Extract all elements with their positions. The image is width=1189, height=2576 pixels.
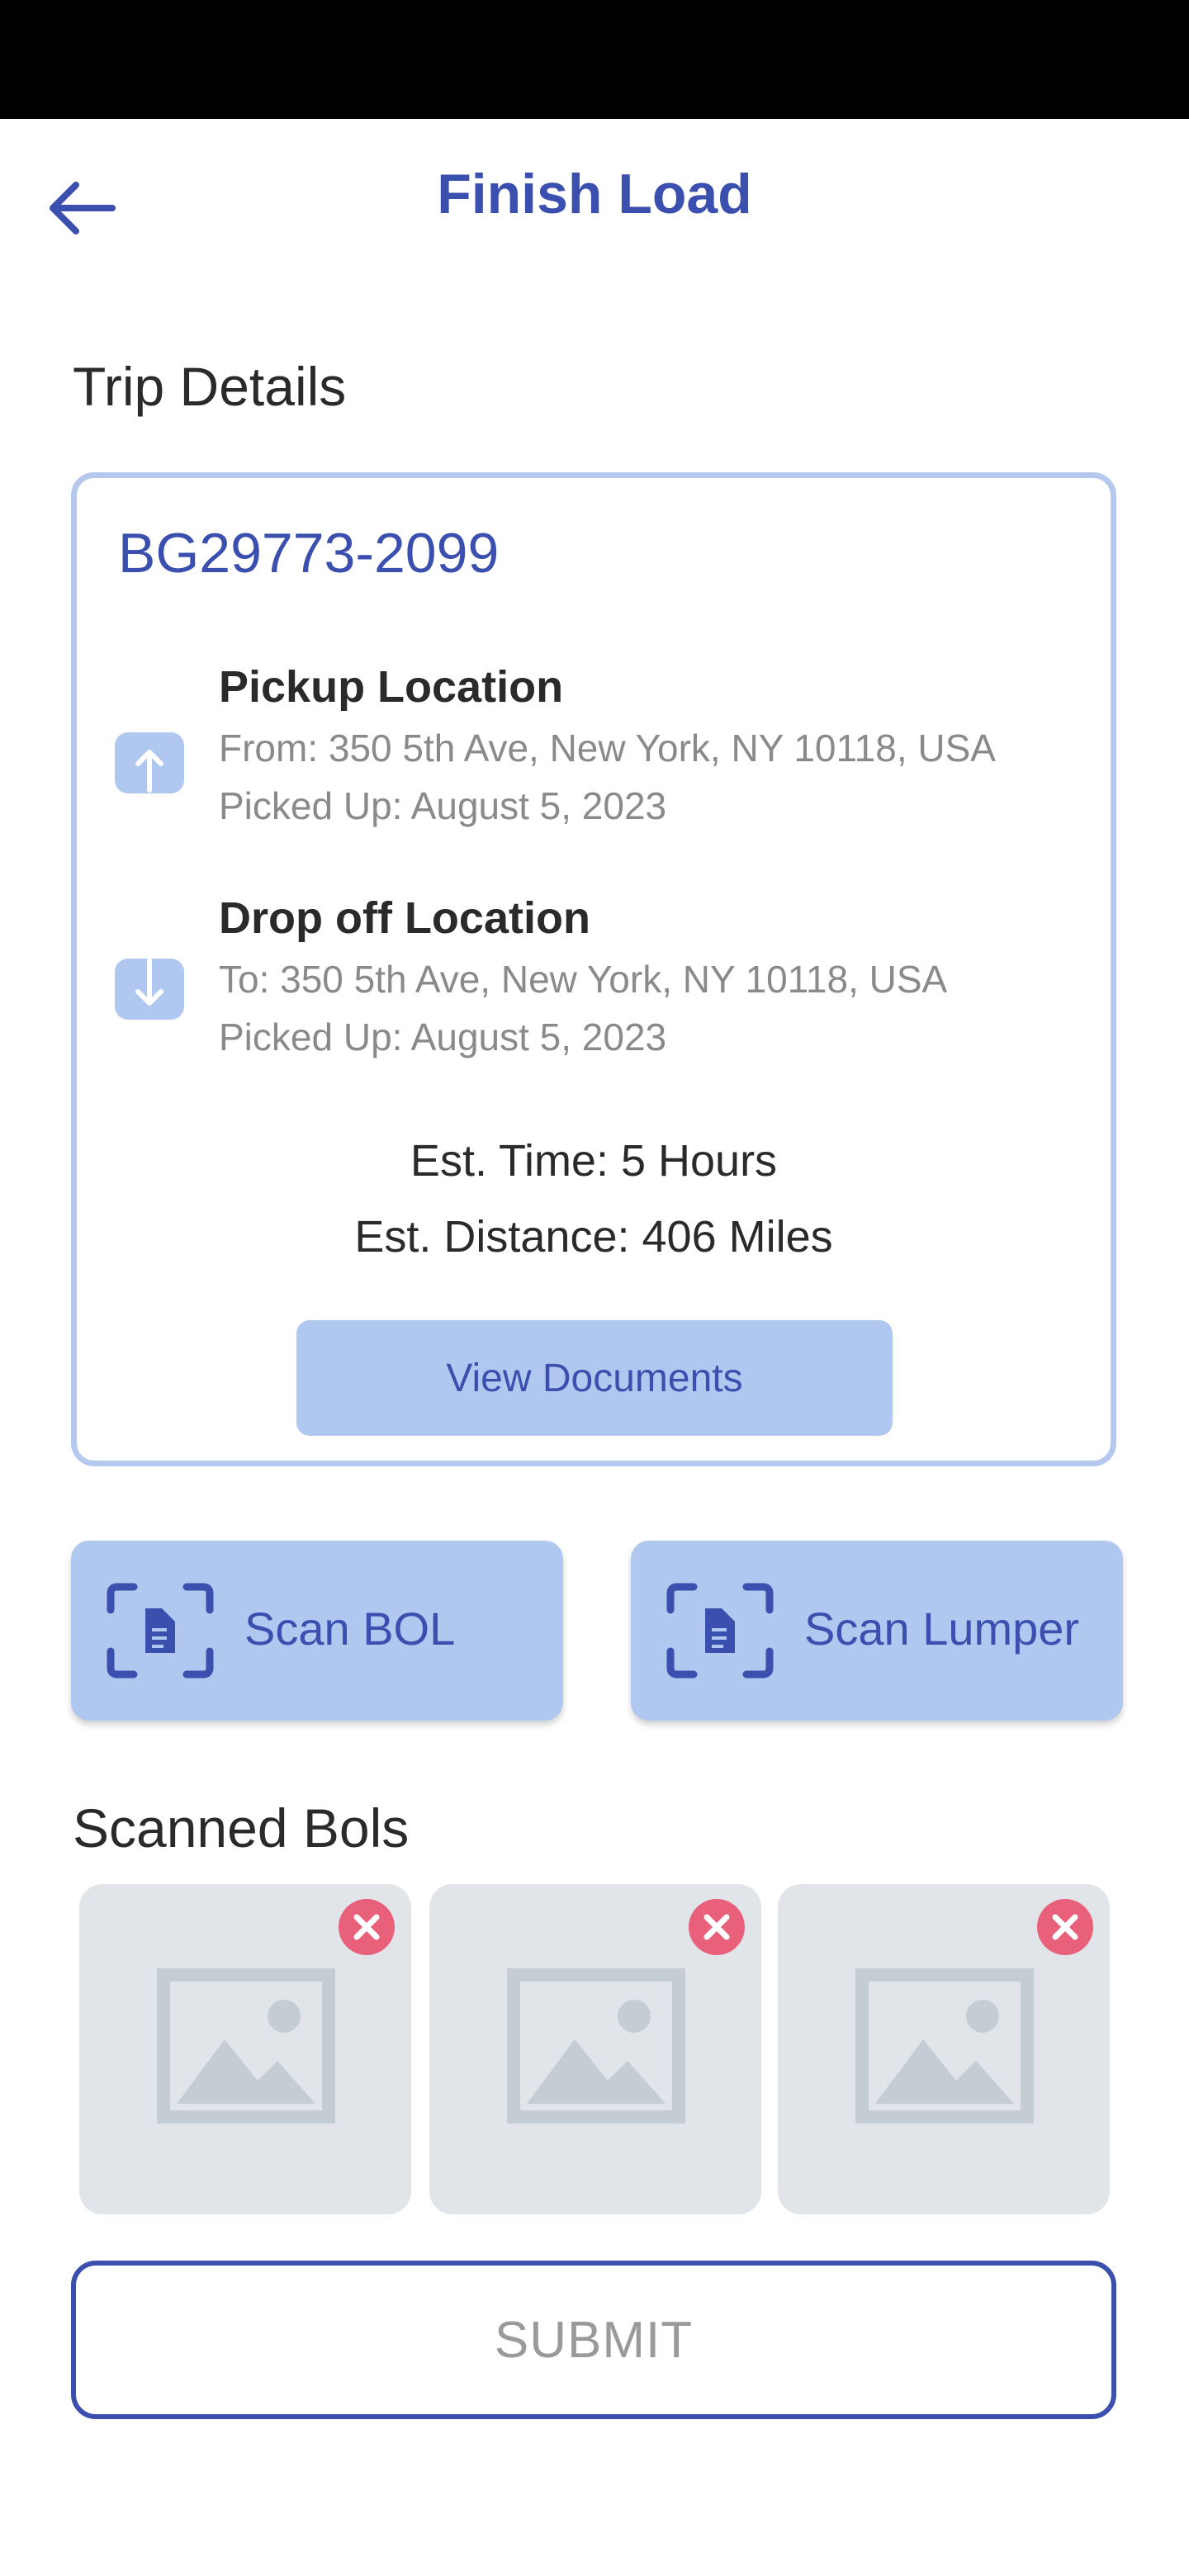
status-bar (0, 0, 1189, 119)
image-placeholder-icon (507, 1968, 685, 2124)
est-distance: Est. Distance: 406 Miles (354, 1212, 833, 1262)
download-arrow-icon (115, 959, 184, 1020)
remove-x-icon[interactable] (687, 1897, 746, 1957)
app-header: Finish Load (0, 119, 1189, 276)
pickup-address: From: 350 5th Ave, New York, NY 10118, U… (219, 727, 996, 769)
dropoff-title: Drop off Location (219, 893, 590, 943)
view-documents-button[interactable]: View Documents (296, 1320, 893, 1436)
remove-x-icon[interactable] (1035, 1897, 1095, 1957)
scanned-bol-thumbnail[interactable] (79, 1884, 411, 2214)
scanned-bol-thumbnail[interactable] (778, 1884, 1110, 2214)
pickup-title: Pickup Location (219, 662, 564, 712)
scan-lumper-label: Scan Lumper (804, 1603, 1080, 1655)
trip-details-heading: Trip Details (73, 356, 347, 417)
upload-arrow-icon (115, 732, 184, 793)
document-scan-icon (107, 1583, 214, 1679)
page-title: Finish Load (437, 163, 752, 225)
image-placeholder-icon (157, 1968, 335, 2124)
est-time: Est. Time: 5 Hours (410, 1136, 778, 1186)
scan-bol-button[interactable]: Scan BOL (71, 1541, 563, 1721)
remove-x-icon[interactable] (337, 1897, 396, 1957)
dropoff-address: To: 350 5th Ave, New York, NY 10118, USA (219, 958, 948, 1001)
scanned-bol-thumbnail[interactable] (429, 1884, 761, 2214)
document-scan-icon (666, 1583, 774, 1679)
dropoff-date: Picked Up: August 5, 2023 (219, 1016, 667, 1058)
trip-id: BG29773-2099 (118, 522, 500, 585)
trip-card: BG29773-2099 Pickup Location From: 350 5… (71, 472, 1116, 1466)
pickup-date: Picked Up: August 5, 2023 (219, 784, 667, 827)
image-placeholder-icon (855, 1968, 1034, 2124)
scan-bol-label: Scan BOL (244, 1603, 456, 1655)
submit-button[interactable]: SUBMIT (71, 2261, 1116, 2419)
scan-lumper-button[interactable]: Scan Lumper (631, 1541, 1123, 1721)
scanned-bols-heading: Scanned Bols (73, 1797, 410, 1859)
